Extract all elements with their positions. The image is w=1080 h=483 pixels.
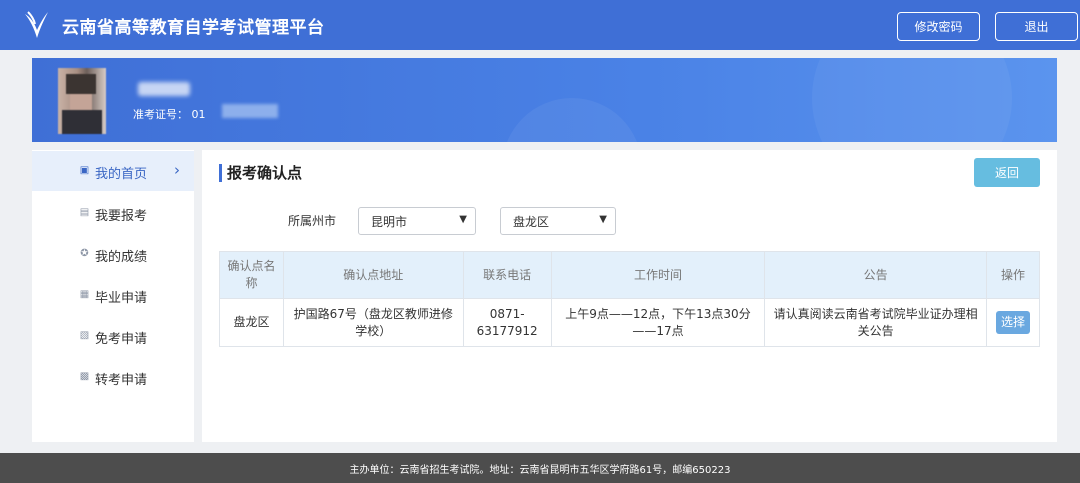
sidebar-item-graduation[interactable]: ▦ 毕业申请 — [32, 275, 194, 315]
footer-text: 主办单位：云南省招生考试院。地址：云南省昆明市五华区学府路61号，邮编65022… — [349, 464, 731, 476]
transfer-icon: ▩ — [79, 371, 90, 382]
decorative-circle — [502, 98, 642, 142]
sidebar: ▣ 我的首页 › ▤ 我要报考 ✪ 我的成绩 ▦ 毕业申请 ▧ 免考申请 ▩ 转… — [32, 150, 194, 442]
column-header-name: 确认点名称 — [219, 251, 284, 299]
top-navbar: 云南省高等教育自学考试管理平台 修改密码 退出 — [0, 0, 1080, 50]
chevron-down-icon: ▼ — [459, 214, 467, 225]
user-card-icon: ▣ — [79, 165, 90, 176]
sidebar-item-label: 免考申请 — [95, 332, 148, 347]
city-select-value: 昆明市 — [371, 214, 408, 229]
graduate-icon: ▦ — [79, 289, 90, 300]
logout-button[interactable]: 退出 — [995, 12, 1078, 41]
sidebar-item-label: 毕业申请 — [95, 291, 148, 306]
column-header-hours: 工作时间 — [550, 251, 766, 299]
table-row: 盘龙区 护国路67号（盘龙区教师进修学校） 0871-63177912 上午9点… — [219, 298, 1041, 347]
cell-phone: 0871-63177912 — [462, 298, 552, 347]
student-name-redacted — [138, 82, 190, 96]
back-button[interactable]: 返回 — [974, 158, 1040, 187]
city-filter-label: 所属州市 — [288, 214, 337, 228]
column-header-address: 确认点地址 — [282, 251, 464, 299]
cell-notice: 请认真阅读云南省考试院毕业证办理相关公告 — [764, 298, 987, 347]
cell-hours: 上午9点——12点，下午13点30分——17点 — [550, 298, 766, 347]
document-icon: ▤ — [79, 207, 90, 218]
sidebar-item-label: 我要报考 — [95, 209, 148, 224]
district-select[interactable]: 盘龙区 ▼ — [500, 207, 616, 235]
select-button[interactable]: 选择 — [995, 311, 1030, 334]
page-title: 报考确认点 — [219, 164, 302, 182]
sidebar-item-label: 我的成绩 — [95, 250, 148, 265]
swoosh-logo-icon — [25, 11, 48, 38]
decorative-circle — [812, 58, 1012, 142]
column-header-action: 操作 — [985, 251, 1041, 299]
avatar — [58, 68, 106, 134]
sidebar-item-home[interactable]: ▣ 我的首页 › — [32, 151, 194, 191]
main-panel: 报考确认点 返回 所属州市 昆明市 ▼ 盘龙区 ▼ 确认点名称 确认点地址 联系… — [202, 150, 1057, 442]
district-select-value: 盘龙区 — [513, 214, 550, 229]
exempt-icon: ▧ — [79, 330, 90, 341]
cell-address: 护国路67号（盘龙区教师进修学校） — [282, 298, 464, 347]
sidebar-item-exemption[interactable]: ▧ 免考申请 — [32, 316, 194, 356]
cell-action: 选择 — [985, 298, 1041, 347]
sidebar-item-register[interactable]: ▤ 我要报考 — [32, 193, 194, 233]
profile-banner: 准考证号： 01 — [32, 58, 1057, 142]
city-select[interactable]: 昆明市 ▼ — [358, 207, 476, 235]
medal-icon: ✪ — [80, 248, 89, 259]
ticket-number: 准考证号： 01 — [133, 106, 206, 122]
table-header-row: 确认点名称 确认点地址 联系电话 工作时间 公告 操作 — [219, 251, 1041, 299]
app-title: 云南省高等教育自学考试管理平台 — [62, 18, 325, 38]
column-header-notice: 公告 — [764, 251, 987, 299]
ticket-number-value: 01 — [191, 108, 206, 121]
chevron-down-icon: ▼ — [599, 214, 607, 225]
sidebar-item-label: 转考申请 — [95, 373, 148, 388]
sidebar-item-transfer[interactable]: ▩ 转考申请 — [32, 357, 194, 397]
ticket-number-redacted — [222, 104, 278, 118]
sidebar-item-scores[interactable]: ✪ 我的成绩 — [32, 234, 194, 274]
column-header-phone: 联系电话 — [462, 251, 552, 299]
ticket-number-label: 准考证号： — [133, 108, 188, 121]
chevron-right-icon: › — [174, 161, 180, 179]
confirmation-points-table: 确认点名称 确认点地址 联系电话 工作时间 公告 操作 盘龙区 护国路67号（盘… — [219, 251, 1041, 347]
footer: 主办单位：云南省招生考试院。地址：云南省昆明市五华区学府路61号，邮编65022… — [0, 453, 1080, 483]
sidebar-item-label: 我的首页 — [95, 167, 148, 182]
cell-name: 盘龙区 — [219, 298, 284, 347]
change-password-button[interactable]: 修改密码 — [897, 12, 980, 41]
